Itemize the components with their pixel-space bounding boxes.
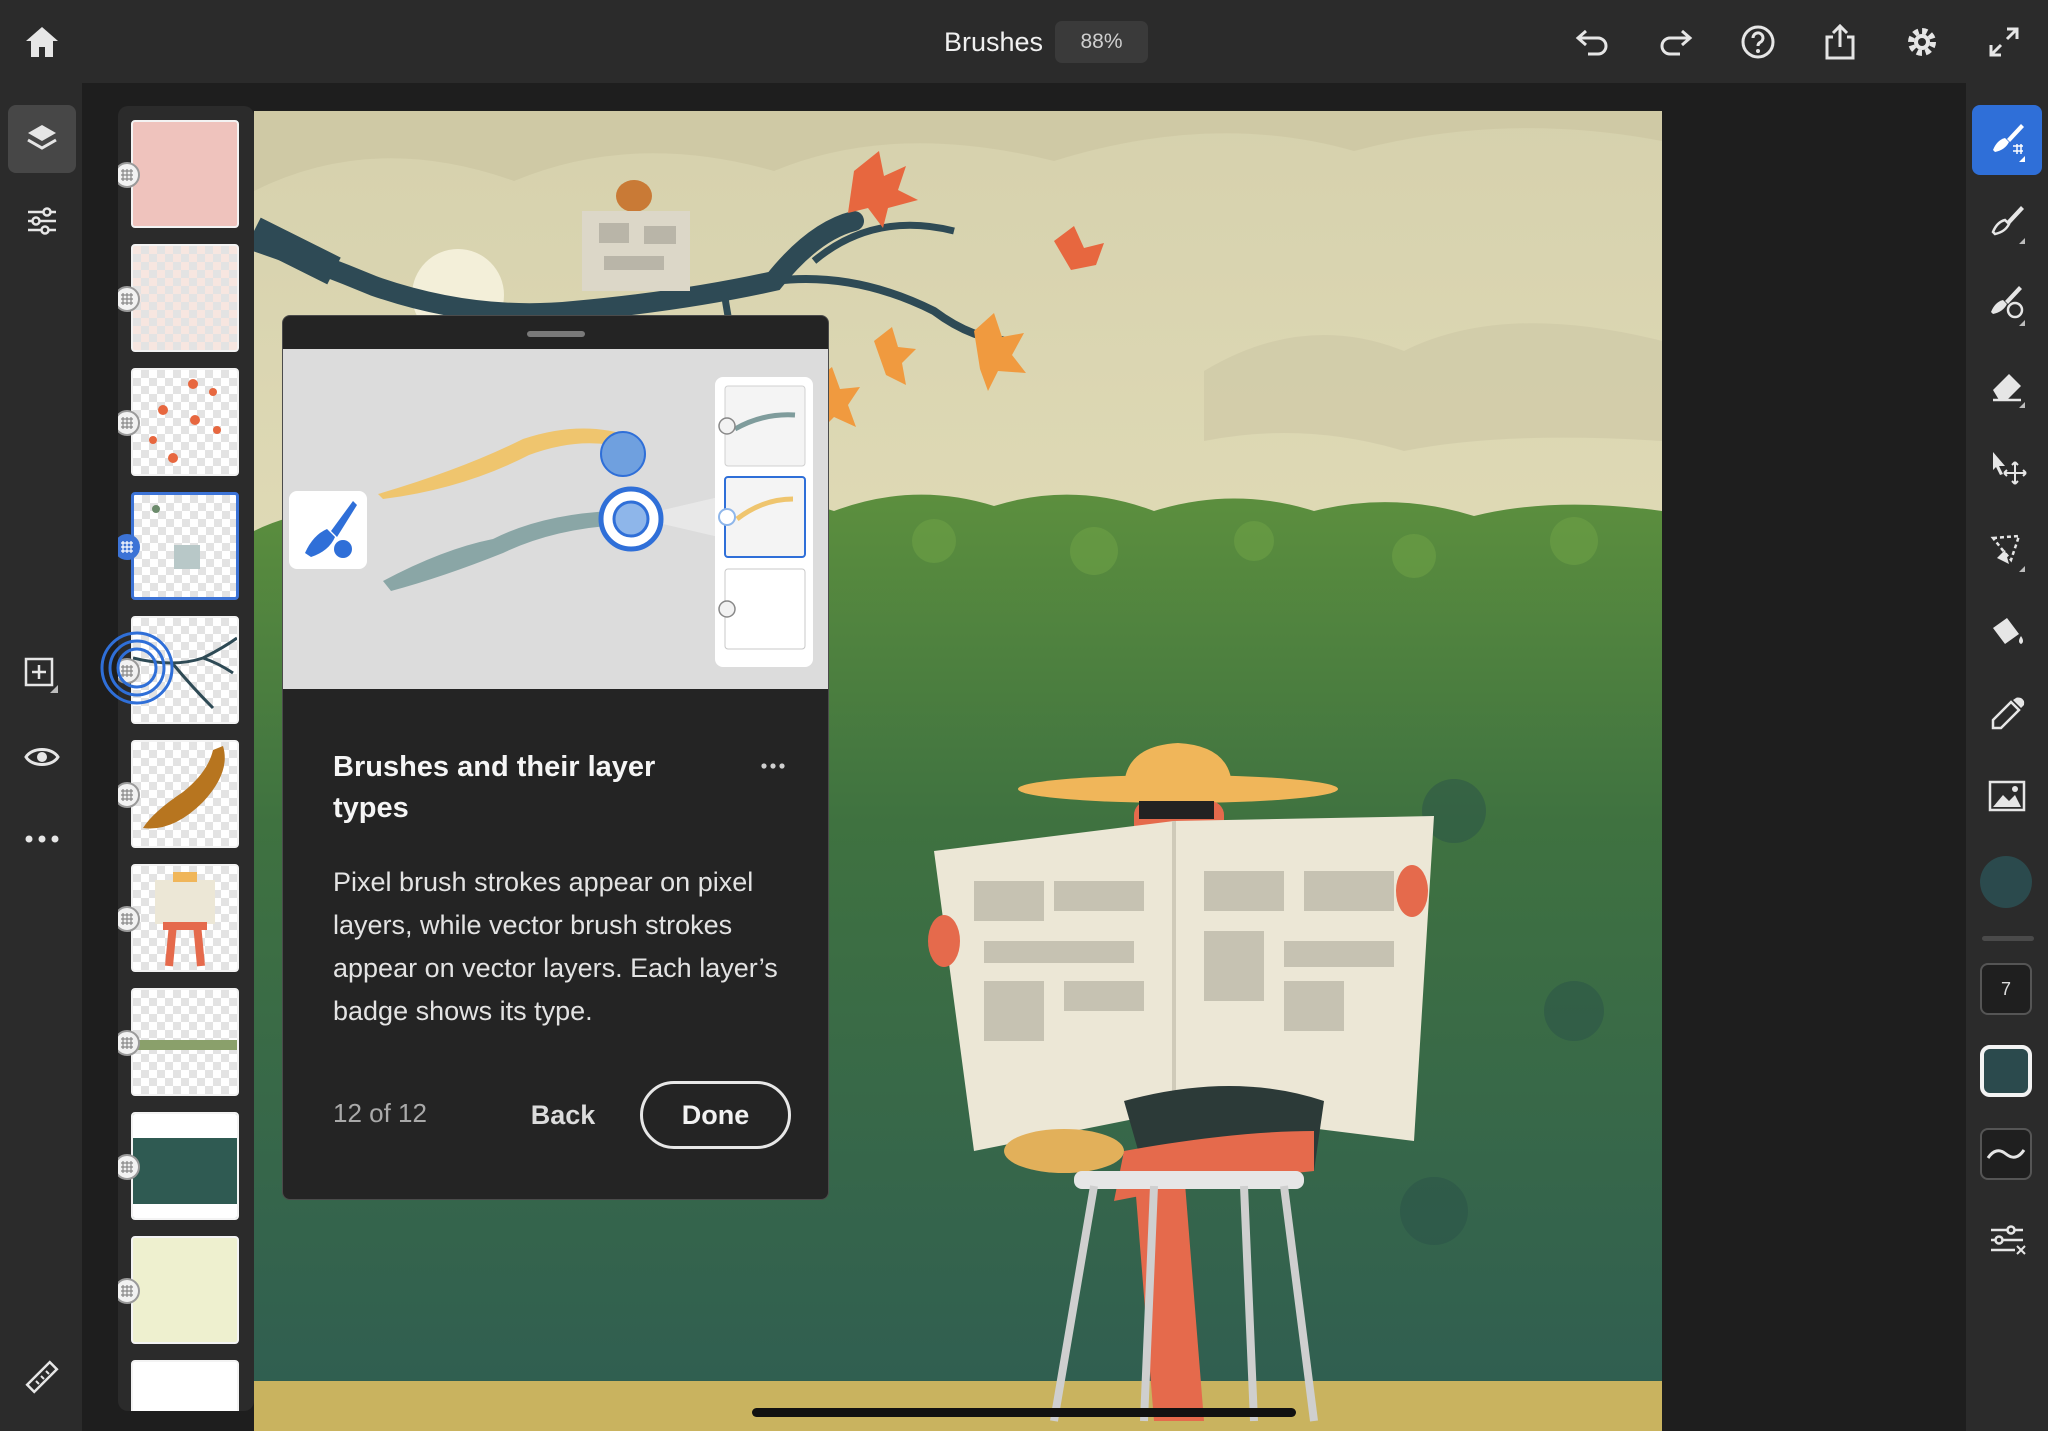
tour-tooltip-card: Brushes and their layer types Pixel brus… xyxy=(282,315,829,1200)
tour-body-text: Pixel brush strokes appear on pixel laye… xyxy=(333,861,783,1033)
right-toolbar: 7 xyxy=(1966,83,2048,1431)
document-title: Brushes xyxy=(944,27,1043,58)
layer-thumbnail[interactable] xyxy=(131,988,239,1096)
undo-icon[interactable] xyxy=(1570,20,1614,64)
app-window: Brushes 88% xyxy=(0,0,2048,1431)
layer-thumbnail[interactable] xyxy=(131,1360,239,1411)
layers-panel xyxy=(118,106,254,1411)
layer-thumbnail[interactable] xyxy=(131,120,239,228)
lasso-icon[interactable] xyxy=(1972,515,2042,585)
home-icon[interactable] xyxy=(20,20,64,64)
brush-settings-icon[interactable] xyxy=(1972,1205,2042,1275)
done-button[interactable]: Done xyxy=(640,1081,791,1149)
fullscreen-icon[interactable] xyxy=(1982,20,2026,64)
layers-icon[interactable] xyxy=(8,105,76,173)
tour-step-counter: 12 of 12 xyxy=(333,1098,427,1129)
gear-icon[interactable] xyxy=(1900,20,1944,64)
share-icon[interactable] xyxy=(1818,20,1862,64)
help-icon[interactable] xyxy=(1736,20,1780,64)
layer-thumbnail[interactable] xyxy=(131,1112,239,1220)
home-indicator[interactable] xyxy=(752,1408,1296,1417)
layer-thumbnail[interactable] xyxy=(131,1236,239,1344)
layer-thumbnail[interactable] xyxy=(131,368,239,476)
visibility-icon[interactable] xyxy=(8,723,76,791)
add-layer-icon[interactable] xyxy=(8,641,76,709)
back-button[interactable]: Back xyxy=(503,1081,623,1149)
zoom-level[interactable]: 88% xyxy=(1055,21,1148,63)
left-toolbar xyxy=(0,83,82,1431)
badge-highlight-ripple xyxy=(100,631,174,705)
pressure-curve-icon[interactable] xyxy=(1980,1128,2032,1180)
ruler-icon[interactable] xyxy=(8,1343,76,1411)
brush-color-selector[interactable] xyxy=(1980,1045,2032,1097)
layer-thumbnail[interactable] xyxy=(131,864,239,972)
layer-thumbnail-selected[interactable] xyxy=(131,492,239,600)
fill-icon[interactable] xyxy=(1972,597,2042,667)
layer-thumbnail[interactable] xyxy=(131,244,239,352)
tour-heading: Brushes and their layer types xyxy=(333,747,663,829)
mix-brush-icon[interactable] xyxy=(1972,269,2042,339)
tour-illustration xyxy=(283,349,829,689)
paint-brush-icon[interactable] xyxy=(1972,105,2042,175)
redo-icon[interactable] xyxy=(1654,20,1698,64)
transform-icon[interactable] xyxy=(1972,433,2042,503)
brush-panel-divider xyxy=(1982,936,2034,941)
more-icon[interactable] xyxy=(8,805,76,873)
eraser-icon[interactable] xyxy=(1972,351,2042,421)
properties-icon[interactable] xyxy=(8,187,76,255)
eyedropper-icon[interactable] xyxy=(1972,679,2042,749)
image-icon[interactable] xyxy=(1972,761,2042,831)
top-bar: Brushes 88% xyxy=(0,0,2048,83)
layer-thumbnail[interactable] xyxy=(131,740,239,848)
brush-size-value[interactable]: 7 xyxy=(1980,963,2032,1015)
current-color-swatch[interactable] xyxy=(1980,856,2032,908)
live-brush-icon[interactable] xyxy=(1972,187,2042,257)
drag-handle[interactable] xyxy=(527,331,585,337)
more-options-icon[interactable] xyxy=(755,748,791,784)
